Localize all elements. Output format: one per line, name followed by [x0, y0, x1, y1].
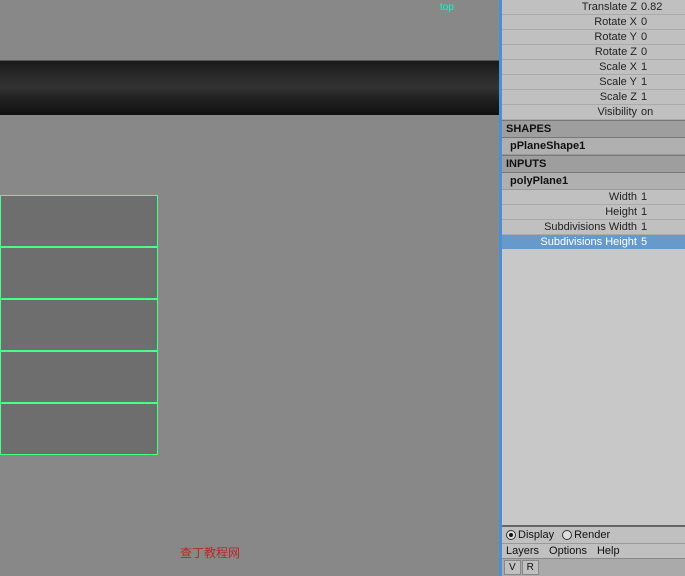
attr-label-height: Height [506, 206, 641, 218]
attr-value-rotatex: 0 [641, 16, 681, 28]
attr-row-scaley: Scale Y 1 [502, 75, 685, 90]
transform-section: Translate Z 0.82 Rotate X 0 Rotate Y 0 R… [502, 0, 685, 120]
menu-item-layers[interactable]: Layers [506, 545, 539, 557]
attr-row-scalex: Scale X 1 [502, 60, 685, 75]
attr-value-rotatez: 0 [641, 46, 681, 58]
attr-row-scalez: Scale Z 1 [502, 90, 685, 105]
attr-row-rotatez: Rotate Z 0 [502, 45, 685, 60]
attr-value-scalez: 1 [641, 91, 681, 103]
attr-value-subdiv-height: 5 [641, 236, 681, 248]
attr-label-translatez: Translate Z [506, 1, 641, 13]
display-radio-circle [506, 530, 516, 540]
display-radio[interactable]: Display [506, 529, 554, 541]
attr-label-visibility: Visibility [506, 106, 641, 118]
attr-label-subdiv-height: Subdivisions Height [506, 236, 641, 248]
viewport-panel: top 查丁教程网 [0, 0, 502, 576]
attr-label-subdiv-width: Subdivisions Width [506, 221, 641, 233]
attr-label-scalez: Scale Z [506, 91, 641, 103]
attr-label-rotatez: Rotate Z [506, 46, 641, 58]
attr-label-scalex: Scale X [506, 61, 641, 73]
tabs-row: V R [502, 558, 685, 576]
grid-box-3 [0, 299, 158, 351]
attr-row-rotatex: Rotate X 0 [502, 15, 685, 30]
attr-label-rotatey: Rotate Y [506, 31, 641, 43]
viewport-label: top [440, 2, 454, 13]
watermark: 查丁教程网 [180, 544, 240, 561]
shapes-header: SHAPES [502, 120, 685, 138]
tab-v[interactable]: V [504, 560, 521, 575]
attr-label-rotatex: Rotate X [506, 16, 641, 28]
attr-value-scalex: 1 [641, 61, 681, 73]
menu-item-help[interactable]: Help [597, 545, 620, 557]
attr-value-width: 1 [641, 191, 681, 203]
grid-box-1 [0, 195, 158, 247]
menu-items-row: Layers Options Help [502, 544, 685, 558]
inputs-header: INPUTS [502, 155, 685, 173]
attr-value-rotatey: 0 [641, 31, 681, 43]
right-panel: Translate Z 0.82 Rotate X 0 Rotate Y 0 R… [502, 0, 685, 576]
attr-empty-space [502, 249, 685, 525]
attr-row-rotatey: Rotate Y 0 [502, 30, 685, 45]
grid-box-4 [0, 351, 158, 403]
render-radio-circle [562, 530, 572, 540]
cylinder-bar [0, 60, 502, 115]
grid-box-5 [0, 403, 158, 455]
display-label: Display [518, 529, 554, 541]
grid-box-2 [0, 247, 158, 299]
attr-value-height: 1 [641, 206, 681, 218]
attr-label-scaley: Scale Y [506, 76, 641, 88]
attr-value-scaley: 1 [641, 76, 681, 88]
attr-value-translatez: 0.82 [641, 1, 681, 13]
attr-value-visibility: on [641, 106, 681, 118]
shapes-item[interactable]: pPlaneShape1 [502, 138, 685, 155]
attr-row-subdiv-height[interactable]: Subdivisions Height 5 [502, 235, 685, 249]
main-container: top 查丁教程网 Translate Z 0.82 Rotate X 0 [0, 0, 685, 576]
render-radio[interactable]: Render [562, 529, 610, 541]
grid-boxes [0, 195, 158, 455]
attr-row-height: Height 1 [502, 205, 685, 220]
attr-label-width: Width [506, 191, 641, 203]
attr-row-visibility: Visibility on [502, 105, 685, 120]
tab-r[interactable]: R [522, 560, 539, 575]
attr-row-width: Width 1 [502, 190, 685, 205]
attr-row-translatez: Translate Z 0.82 [502, 0, 685, 15]
attr-row-subdiv-width: Subdivisions Width 1 [502, 220, 685, 235]
inputs-item[interactable]: polyPlane1 [502, 173, 685, 190]
render-label: Render [574, 529, 610, 541]
display-render-row: Display Render [502, 527, 685, 544]
menu-bar-area: Display Render Layers Options Help [502, 525, 685, 558]
attr-value-subdiv-width: 1 [641, 221, 681, 233]
menu-item-options[interactable]: Options [549, 545, 587, 557]
